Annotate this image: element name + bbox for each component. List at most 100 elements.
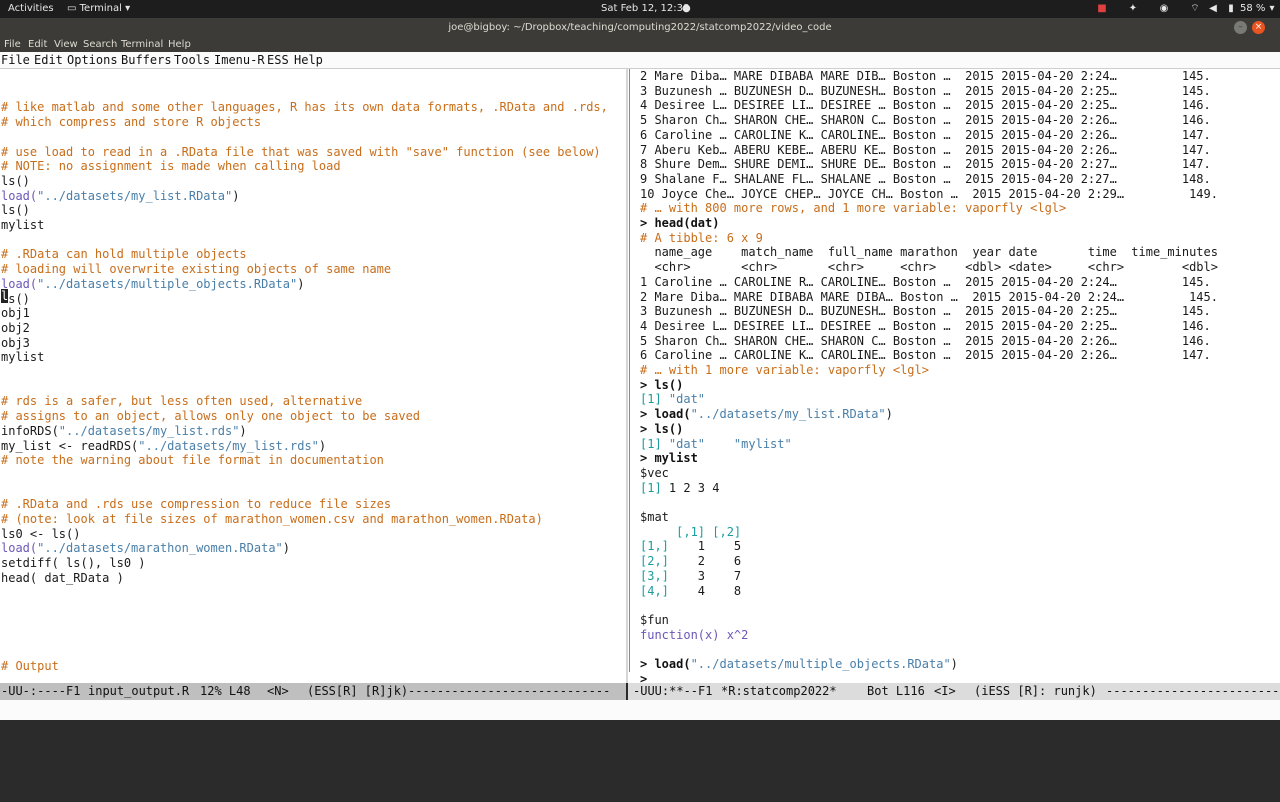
code-line[interactable]: 1 Caroline … CAROLINE R… CAROLINE… Bosto…: [640, 275, 1211, 290]
code-line[interactable]: 6 Caroline … CAROLINE K… CAROLINE… Bosto…: [640, 128, 1211, 143]
code-line[interactable]: > mylist: [640, 451, 698, 466]
dropbox-icon[interactable]: ✦: [1127, 3, 1139, 15]
code-line[interactable]: >: [640, 672, 647, 683]
terminal-menu-help[interactable]: Help: [168, 39, 191, 50]
code-line[interactable]: # .RData and .rds use compression to red…: [1, 497, 391, 512]
code-line[interactable]: load("../datasets/multiple_objects.RData…: [1, 277, 304, 292]
code-line[interactable]: mylist: [1, 350, 44, 365]
terminal-menu-terminal[interactable]: Terminal: [121, 39, 163, 50]
emacs-menu-imenu-r[interactable]: Imenu-R: [214, 53, 265, 67]
code-line[interactable]: obj3: [1, 336, 30, 351]
password-manager-icon[interactable]: ◉: [1158, 3, 1170, 15]
code-line[interactable]: 4 Desiree L… DESIREE LI… DESIREE … Bosto…: [640, 319, 1211, 334]
code-line[interactable]: name_age match_name full_name marathon y…: [640, 245, 1218, 260]
code-line[interactable]: [4,] 4 8: [640, 584, 741, 599]
record-icon[interactable]: ■: [1096, 3, 1108, 15]
code-line[interactable]: # rds is a safer, but less often used, a…: [1, 394, 362, 409]
emacs-menu-ess[interactable]: ESS: [267, 53, 289, 67]
window-titlebar[interactable]: joe@bigboy: ~/Dropbox/teaching/computing…: [0, 18, 1280, 38]
code-line[interactable]: > load("../datasets/multiple_objects.RDa…: [640, 657, 958, 672]
emacs-menu-options[interactable]: Options: [67, 53, 118, 67]
modeline-major-mode[interactable]: (iESS [R]: runjk): [974, 683, 1097, 700]
activities-button[interactable]: Activities: [8, 3, 54, 14]
code-line[interactable]: # … with 800 more rows, and 1 more varia…: [640, 201, 1066, 216]
code-line[interactable]: # … with 1 more variable: vaporfly <lgl>: [640, 363, 929, 378]
emacs-menu-help[interactable]: Help: [294, 53, 323, 67]
code-line[interactable]: # Output: [1, 659, 59, 674]
code-line[interactable]: 7 Aberu Keb… ABERU KEBE… ABERU KE… Bosto…: [640, 143, 1211, 158]
code-line[interactable]: 3 Buzunesh … BUZUNESH D… BUZUNESH… Bosto…: [640, 84, 1211, 99]
code-line[interactable]: $fun: [640, 613, 669, 628]
code-line[interactable]: # which compress and store R objects: [1, 115, 261, 130]
code-line[interactable]: my_list <- readRDS("../datasets/my_list.…: [1, 439, 326, 454]
volume-icon[interactable]: ◀: [1207, 3, 1219, 15]
code-line[interactable]: # .RData can hold multiple objects: [1, 247, 247, 262]
emacs-menu-edit[interactable]: Edit: [34, 53, 63, 67]
code-line[interactable]: [1] 1 2 3 4: [640, 481, 719, 496]
code-line[interactable]: 3 Buzunesh … BUZUNESH D… BUZUNESH… Bosto…: [640, 304, 1211, 319]
code-line[interactable]: 2 Mare Diba… MARE DIBABA MARE DIB… Bosto…: [640, 69, 1211, 84]
code-line[interactable]: > load("../datasets/my_list.RData"): [640, 407, 893, 422]
code-line[interactable]: # like matlab and some other languages, …: [1, 100, 608, 115]
code-line[interactable]: [2,] 2 6: [640, 554, 741, 569]
code-line[interactable]: function(x) x^2: [640, 628, 748, 643]
wifi-icon[interactable]: ⌔: [1189, 3, 1201, 15]
app-menu-terminal[interactable]: ▭ Terminal ▾: [67, 3, 130, 14]
code-line[interactable]: obj2: [1, 321, 30, 336]
code-line[interactable]: $vec: [640, 466, 669, 481]
clock[interactable]: Sat Feb 12, 12:38: [601, 3, 689, 14]
editor-pane-script[interactable]: # like matlab and some other languages, …: [0, 69, 626, 683]
code-line[interactable]: <chr> <chr> <chr> <chr> <dbl> <date> <ch…: [640, 260, 1218, 275]
code-line[interactable]: 4 Desiree L… DESIREE LI… DESIREE … Bosto…: [640, 98, 1211, 113]
terminal-menu-search[interactable]: Search: [83, 39, 117, 50]
code-line[interactable]: # (note: look at file sizes of marathon_…: [1, 512, 543, 527]
code-line[interactable]: $mat: [640, 510, 669, 525]
close-icon[interactable]: ×: [1252, 21, 1265, 34]
code-line[interactable]: # use load to read in a .RData file that…: [1, 145, 601, 160]
code-line[interactable]: # NOTE: no assignment is made when calli…: [1, 159, 341, 174]
code-line[interactable]: 10 Joyce Che… JOYCE CHEP… JOYCE CH… Bost…: [640, 187, 1218, 202]
code-line[interactable]: # A tibble: 6 x 9: [640, 231, 763, 246]
minimize-icon[interactable]: –: [1234, 21, 1247, 34]
terminal-menu-view[interactable]: View: [54, 39, 78, 50]
code-line[interactable]: infoRDS("../datasets/my_list.rds"): [1, 424, 247, 439]
modeline-major-mode[interactable]: (ESS[R] [R]jk): [307, 683, 408, 700]
code-line[interactable]: # assigns to an object, allows only one …: [1, 409, 420, 424]
battery-icon[interactable]: ▮: [1225, 3, 1237, 15]
code-line[interactable]: 8 Shure Dem… SHURE DEMI… SHURE DE… Bosto…: [640, 157, 1211, 172]
terminal-menu-edit[interactable]: Edit: [28, 39, 47, 50]
code-line[interactable]: 5 Sharon Ch… SHARON CHE… SHARON C… Bosto…: [640, 113, 1211, 128]
emacs-menu-buffers[interactable]: Buffers: [121, 53, 172, 67]
emacs-menu-tools[interactable]: Tools: [174, 53, 210, 67]
code-line[interactable]: mylist: [1, 218, 44, 233]
code-line[interactable]: [,1] [,2]: [640, 525, 741, 540]
code-line[interactable]: # loading will overwrite existing object…: [1, 262, 391, 277]
modeline-buffer-name[interactable]: *R:statcomp2022*: [721, 683, 837, 700]
code-line[interactable]: ls0 <- ls(): [1, 527, 80, 542]
editor-pane-r-console[interactable]: 2 Mare Diba… MARE DIBABA MARE DIB… Bosto…: [628, 69, 1280, 683]
code-line[interactable]: head( dat_RData ): [1, 571, 124, 586]
system-menu-icon[interactable]: ▾: [1266, 3, 1278, 15]
code-line[interactable]: load("../datasets/my_list.RData"): [1, 189, 239, 204]
code-line[interactable]: # note the warning about file format in …: [1, 453, 384, 468]
modeline-left[interactable]: -UU-:----F1 input_output.R 12% L48 <N> (…: [0, 683, 626, 700]
emacs-menu-file[interactable]: File: [1, 53, 30, 67]
code-line[interactable]: 6 Caroline … CAROLINE K… CAROLINE… Bosto…: [640, 348, 1211, 363]
code-line[interactable]: [1,] 1 5: [640, 539, 741, 554]
code-line[interactable]: [1] "dat": [640, 392, 705, 407]
code-line[interactable]: 2 Mare Diba… MARE DIBABA MARE DIBA… Bost…: [640, 290, 1218, 305]
code-line[interactable]: ls(): [1, 174, 30, 189]
code-line[interactable]: > ls(): [640, 422, 683, 437]
minibuffer[interactable]: [0, 700, 1280, 720]
code-line[interactable]: > ls(): [640, 378, 683, 393]
code-line[interactable]: load("../datasets/marathon_women.RData"): [1, 541, 290, 556]
terminal-menu-file[interactable]: File: [4, 39, 21, 50]
code-line[interactable]: obj1: [1, 306, 30, 321]
code-line[interactable]: setdiff( ls(), ls0 ): [1, 556, 146, 571]
code-line[interactable]: 9 Shalane F… SHALANE FL… SHALANE … Bosto…: [640, 172, 1211, 187]
modeline-buffer-name[interactable]: input_output.R: [88, 683, 189, 700]
code-line[interactable]: > head(dat): [640, 216, 719, 231]
code-line[interactable]: ls(): [1, 203, 30, 218]
code-line[interactable]: [3,] 3 7: [640, 569, 741, 584]
modeline-right[interactable]: -UUU:**--F1 *R:statcomp2022* Bot L116 <I…: [628, 683, 1280, 700]
